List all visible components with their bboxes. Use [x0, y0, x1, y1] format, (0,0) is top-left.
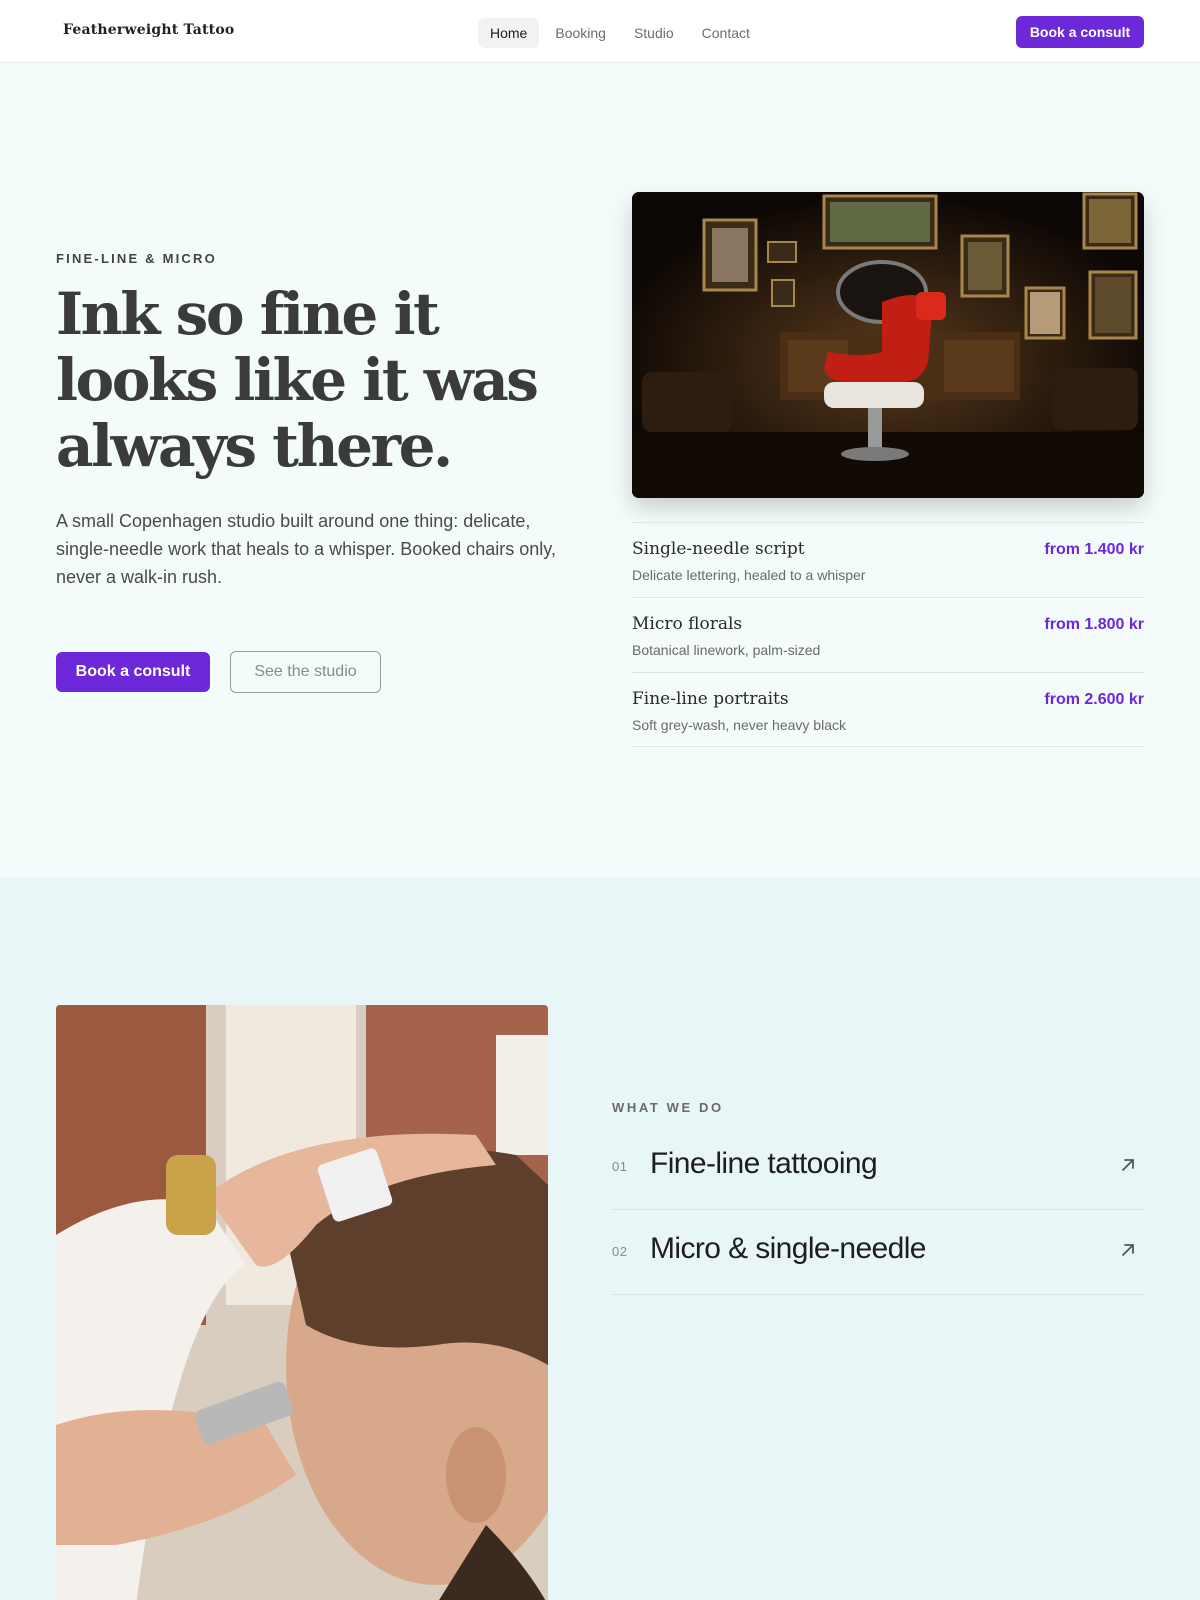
service-description: Delicate lettering, healed to a whisper	[632, 567, 866, 583]
hero-book-consult-button[interactable]: Book a consult	[56, 652, 210, 692]
service-price-list: Single-needle script Delicate lettering,…	[632, 522, 1144, 747]
brand-logo[interactable]: Featherweight Tattoo	[63, 22, 234, 38]
hero-lede: A small Copenhagen studio built around o…	[56, 511, 556, 587]
nav-link-home[interactable]: Home	[478, 18, 540, 48]
service-name: Fine-line portraits	[632, 689, 789, 709]
studio-photo-illustration	[632, 192, 1144, 498]
service-price: from 1.400 kr	[1044, 541, 1144, 558]
item-number: 02	[612, 1244, 628, 1259]
service-price: from 1.800 kr	[1044, 616, 1144, 633]
service-item[interactable]: Fine-line portraits Soft grey-wash, neve…	[632, 672, 1144, 747]
what-we-do-label: WHAT WE DO	[612, 1100, 724, 1115]
what-we-do-section: WHAT WE DO 01 Fine-line tattooing 02 Mic…	[0, 877, 1200, 1600]
service-description: Botanical linework, palm-sized	[632, 642, 821, 658]
nav-book-consult-button[interactable]: Book a consult	[1016, 16, 1144, 48]
service-link-item[interactable]: 01 Fine-line tattooing	[612, 1125, 1144, 1210]
services-link-list: 01 Fine-line tattooing 02 Micro & single…	[612, 1125, 1144, 1295]
nav-link-booking[interactable]: Booking	[543, 18, 618, 48]
nav-links: Home Booking Studio Contact	[478, 18, 762, 48]
barber-photo-illustration	[56, 1005, 548, 1600]
item-title: Fine-line tattooing	[650, 1147, 878, 1180]
service-name: Micro florals	[632, 614, 743, 634]
see-studio-button[interactable]: See the studio	[230, 651, 381, 693]
item-title: Micro & single-needle	[650, 1232, 926, 1265]
service-item[interactable]: Micro florals Botanical linework, palm-s…	[632, 597, 1144, 672]
hero-section: FINE-LINE & MICRO Ink so fine it looks l…	[0, 63, 1200, 877]
service-item[interactable]: Single-needle script Delicate lettering,…	[632, 522, 1144, 597]
service-name: Single-needle script	[632, 539, 805, 559]
hero-eyebrow: FINE-LINE & MICRO	[56, 251, 217, 266]
service-price: from 2.600 kr	[1044, 691, 1144, 708]
service-description: Soft grey-wash, never heavy black	[632, 717, 846, 733]
studio-photo	[632, 192, 1144, 498]
arrow-up-right-icon	[1122, 1159, 1134, 1171]
nav-link-studio[interactable]: Studio	[622, 18, 686, 48]
barber-photo	[56, 1005, 548, 1600]
top-nav: Featherweight Tattoo Home Booking Studio…	[0, 0, 1200, 63]
arrow-up-right-icon	[1122, 1244, 1134, 1256]
item-number: 01	[612, 1159, 628, 1174]
hero-headline: Ink so fine it looks like it was always …	[56, 280, 539, 480]
nav-link-contact[interactable]: Contact	[690, 18, 762, 48]
service-link-item[interactable]: 02 Micro & single-needle	[612, 1210, 1144, 1295]
